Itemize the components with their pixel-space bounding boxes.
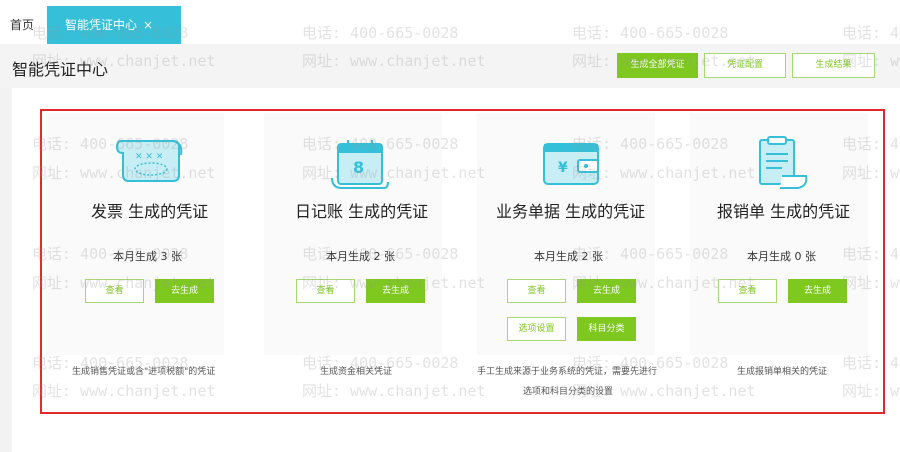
voucher-config-button[interactable]: 凭证配置 — [704, 53, 786, 78]
generate-result-button[interactable]: 生成结果 — [792, 53, 875, 78]
highlight-box — [40, 109, 885, 414]
tab-voucher-center[interactable]: 智能凭证中心 × — [47, 6, 181, 44]
page-title: 智能凭证中心 — [12, 60, 109, 79]
tab-label: 智能凭证中心 — [65, 18, 138, 32]
tab-home[interactable]: 首页 — [10, 16, 34, 33]
close-icon[interactable]: × — [143, 18, 153, 32]
generate-all-button[interactable]: 生成全部凭证 — [617, 53, 698, 78]
